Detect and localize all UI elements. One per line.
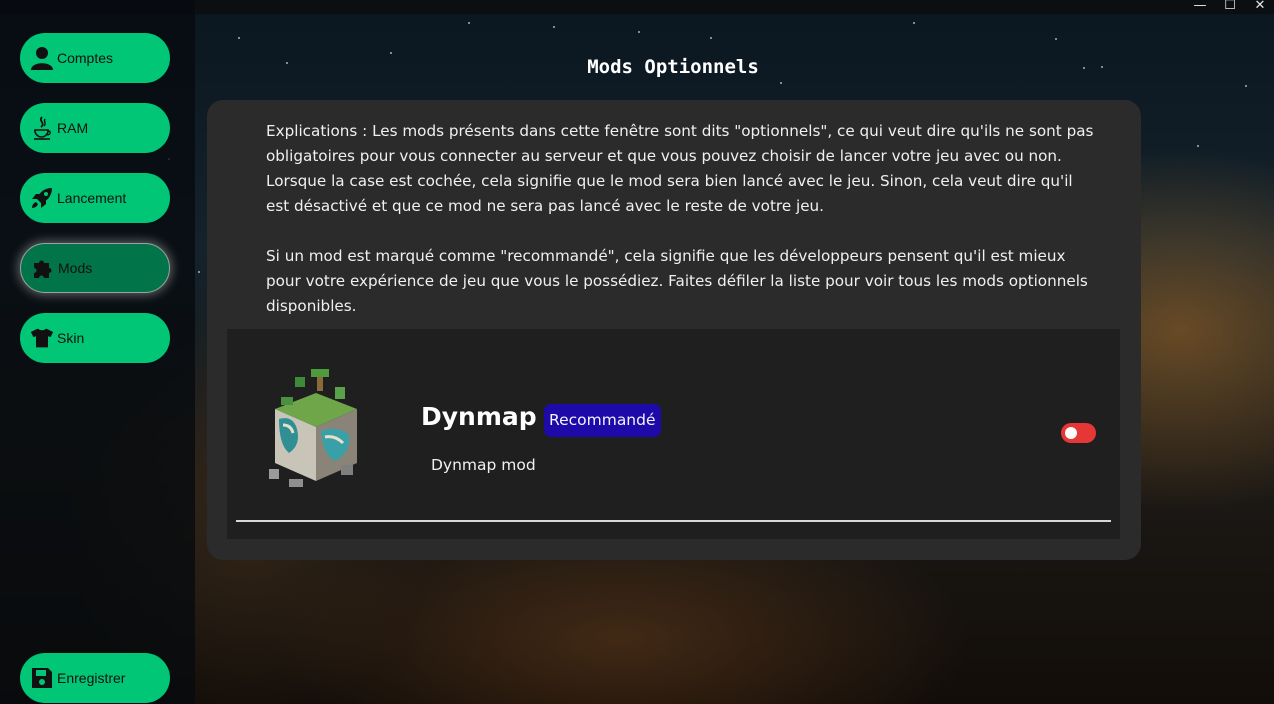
mod-divider	[236, 520, 1111, 522]
page-title: Mods Optionnels	[587, 56, 759, 78]
recommended-badge: Recommandé	[544, 404, 661, 437]
mod-card: Dynmap Recommandé Dynmap mod	[227, 329, 1120, 539]
close-icon[interactable]: ✕	[1249, 0, 1271, 13]
sidebar-item-label: RAM	[57, 120, 89, 136]
sidebar-item-ram[interactable]: RAM	[20, 103, 170, 153]
user-icon	[30, 46, 54, 70]
save-button[interactable]: Enregistrer	[20, 653, 170, 703]
explanation-paragraph: Si un mod est marqué comme "recommandé",…	[266, 247, 1088, 315]
mod-name: Dynmap	[421, 402, 537, 431]
sidebar-item-skin[interactable]: Skin	[20, 313, 170, 363]
mods-panel: Explications : Les mods présents dans ce…	[207, 100, 1141, 560]
explanation-text: Explications : Les mods présents dans ce…	[266, 119, 1096, 319]
floppy-disk-icon	[30, 666, 54, 690]
toggle-knob	[1065, 427, 1077, 439]
mod-description: Dynmap mod	[431, 456, 536, 474]
sidebar-item-label: Lancement	[57, 190, 127, 206]
sidebar-item-label: Skin	[57, 330, 85, 346]
minimize-icon[interactable]: —	[1189, 0, 1211, 13]
sidebar: Comptes RAM Lancement Mods Skin Enregist…	[0, 0, 195, 704]
save-button-label: Enregistrer	[57, 670, 126, 686]
sidebar-item-lancement[interactable]: Lancement	[20, 173, 170, 223]
mod-thumbnail	[261, 369, 371, 494]
rocket-icon	[30, 186, 54, 210]
sidebar-item-label: Mods	[58, 260, 93, 276]
tshirt-icon	[30, 326, 54, 350]
mod-enable-toggle[interactable]	[1061, 423, 1096, 443]
explanation-paragraph: Explications : Les mods présents dans ce…	[266, 122, 1094, 215]
puzzle-icon	[31, 256, 55, 280]
java-icon	[30, 116, 54, 140]
maximize-icon[interactable]: ☐	[1219, 0, 1241, 13]
sidebar-item-comptes[interactable]: Comptes	[20, 33, 170, 83]
sidebar-item-mods[interactable]: Mods	[20, 243, 170, 293]
sidebar-item-label: Comptes	[57, 50, 114, 66]
